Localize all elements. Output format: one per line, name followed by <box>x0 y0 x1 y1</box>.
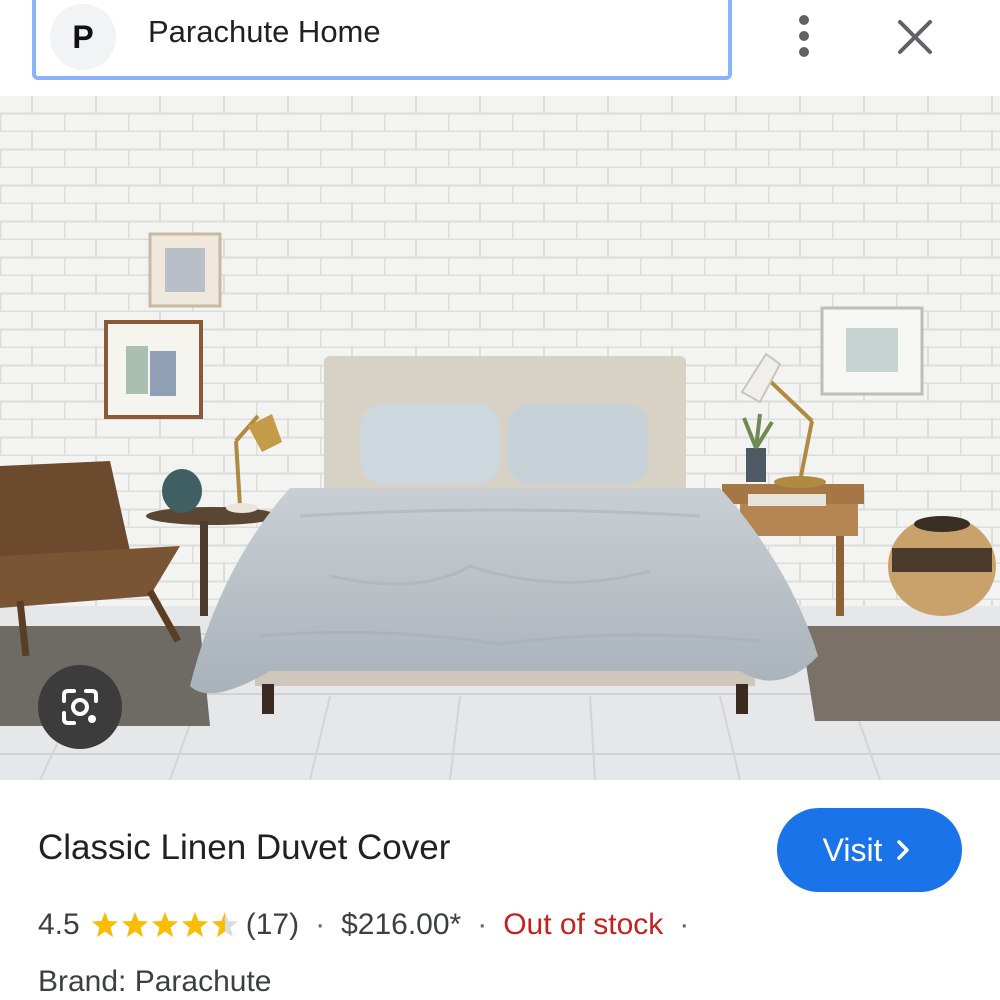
product-title[interactable]: Classic Linen Duvet Cover <box>38 828 450 868</box>
more-vert-icon[interactable] <box>784 14 824 58</box>
stock-status: Out of stock <box>503 908 664 941</box>
source-logo: P <box>50 4 116 70</box>
rating-value: 4.5 <box>38 908 80 941</box>
product-viewer: P Parachute Home Classic Linen Duvet Cov… <box>0 0 1000 1000</box>
google-lens-icon[interactable] <box>38 665 122 749</box>
star-icon <box>211 912 238 937</box>
price: $216.00* <box>341 908 462 941</box>
review-count[interactable]: (17) <box>246 908 299 942</box>
separator: · <box>477 908 488 941</box>
star-icon <box>121 912 148 937</box>
star-icon <box>181 912 208 937</box>
source-name[interactable]: Parachute Home <box>148 14 381 50</box>
visit-label: Visit <box>822 831 883 868</box>
separator: · <box>315 908 326 941</box>
brand-value: Parachute <box>134 965 272 998</box>
brand-line: Brand: Parachute <box>38 965 272 999</box>
close-icon[interactable] <box>890 12 940 62</box>
visit-button[interactable]: Visit <box>777 808 962 892</box>
separator: · <box>679 908 690 941</box>
brand-label: Brand: <box>38 965 135 998</box>
star-icon <box>151 912 178 937</box>
product-meta-row: 4.5 (17) · $216.00* · Out of stock · <box>38 903 705 947</box>
source-header[interactable]: P Parachute Home <box>32 0 732 80</box>
chevron-right-icon <box>896 832 910 869</box>
rating-stars <box>90 910 240 940</box>
star-icon <box>91 912 118 937</box>
product-image[interactable] <box>0 96 1000 780</box>
